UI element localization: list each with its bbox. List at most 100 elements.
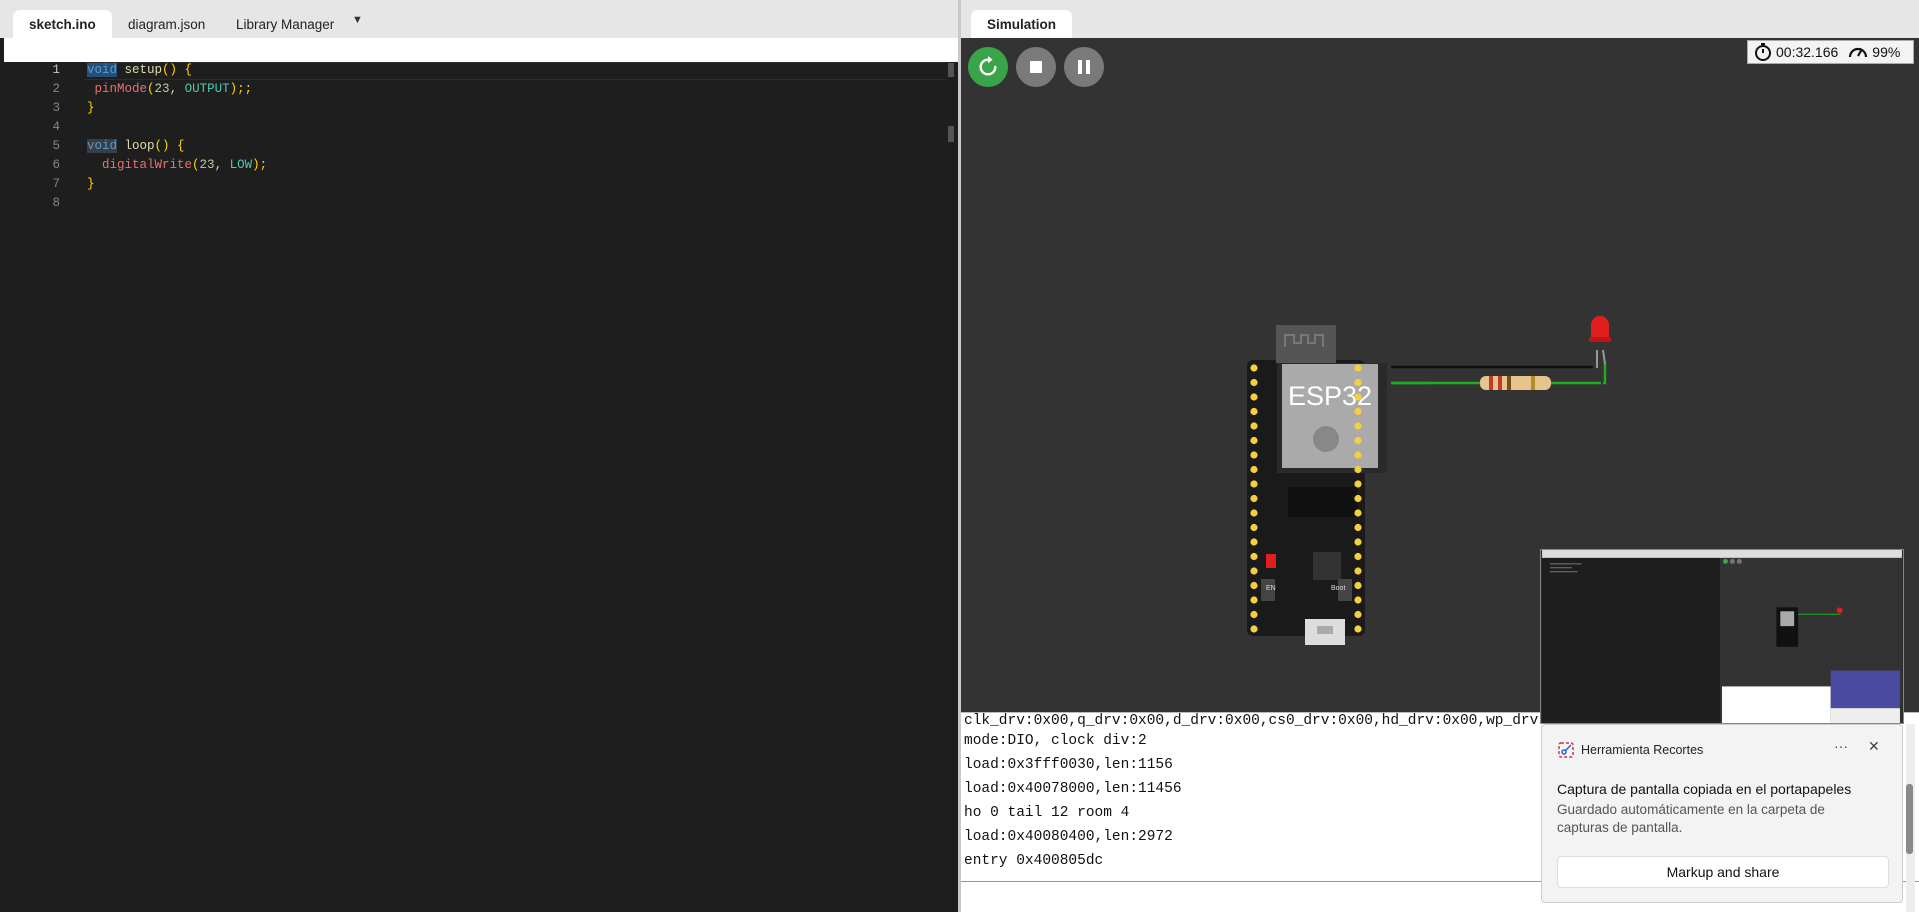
editor-tab-strip — [4, 38, 960, 62]
led-red[interactable] — [1589, 316, 1611, 368]
header-pin[interactable] — [1250, 436, 1258, 445]
serial-line: mode:DIO, clock div:2 — [964, 733, 1147, 749]
esp32-board[interactable]: ESP32 EN Boot — [1247, 325, 1387, 645]
code-line-7: } — [87, 177, 95, 191]
page-scrollbar-thumb[interactable] — [1906, 784, 1913, 854]
header-pin[interactable] — [1250, 581, 1258, 590]
header-pin[interactable] — [1250, 378, 1258, 387]
serial-line: clk_drv:0x00,q_drv:0x00,d_drv:0x00,cs0_d… — [964, 713, 1582, 729]
editor-scrollbar[interactable] — [946, 62, 954, 912]
header-pin[interactable] — [1250, 393, 1258, 401]
header-pin[interactable] — [1354, 494, 1362, 503]
header-pin[interactable] — [1250, 538, 1258, 546]
header-pin[interactable] — [1354, 567, 1362, 575]
code-line-3: } — [87, 101, 95, 115]
scrollbar-marker — [948, 63, 954, 77]
code-line-6: digitalWrite(23, LOW); — [102, 158, 268, 172]
app-window: sketch.ino diagram.json Library Manager … — [0, 0, 1919, 912]
header-pin[interactable] — [1250, 480, 1258, 488]
header-pin[interactable] — [1354, 436, 1362, 445]
restart-button[interactable] — [968, 47, 1008, 87]
tab-simulation[interactable]: Simulation — [971, 10, 1073, 38]
stop-icon — [1030, 61, 1042, 73]
simulation-speed: 99% — [1872, 44, 1901, 60]
simulation-status: 00:32.166 99% — [1747, 40, 1914, 64]
code-line-2: pinMode(23, OUTPUT);; — [94, 82, 253, 96]
resistor[interactable] — [1480, 376, 1551, 390]
markup-and-share-button[interactable]: Markup and share — [1557, 856, 1889, 888]
header-pin[interactable] — [1354, 625, 1362, 633]
header-pin[interactable] — [1250, 494, 1258, 503]
editor-tab-bar: sketch.ino diagram.json Library Manager … — [0, 0, 960, 38]
close-icon[interactable]: ✕ — [1868, 738, 1880, 755]
line-number: 7 — [52, 177, 60, 191]
header-pin[interactable] — [1250, 567, 1258, 575]
header-pin[interactable] — [1354, 393, 1362, 401]
header-pin[interactable] — [1250, 625, 1258, 633]
header-pin[interactable] — [1250, 407, 1258, 416]
notification-app-name: Herramienta Recortes — [1581, 743, 1704, 757]
code-editor[interactable]: 1 2 3 4 5 6 7 8 void setup() { pinMode(2… — [4, 62, 954, 912]
header-pin[interactable] — [1354, 465, 1362, 474]
serial-line: load:0x40078000,len:11456 — [964, 781, 1182, 797]
serial-line: load:0x40080400,len:2972 — [964, 829, 1173, 845]
header-pin[interactable] — [1250, 364, 1258, 372]
scissors-icon — [1558, 742, 1574, 758]
header-pin[interactable] — [1354, 523, 1362, 532]
boot-label: Boot — [1331, 585, 1345, 592]
header-pin[interactable] — [1250, 422, 1258, 430]
tab-diagram-json[interactable]: diagram.json — [112, 10, 221, 38]
simulation-tab-bar: Simulation — [961, 0, 1919, 38]
notification-body: Guardado automáticamente en la carpeta d… — [1557, 802, 1825, 835]
header-pin[interactable] — [1354, 538, 1362, 546]
line-number: 3 — [52, 101, 60, 115]
header-pin[interactable] — [1354, 451, 1362, 459]
line-number: 4 — [52, 120, 60, 134]
header-pin[interactable] — [1354, 422, 1362, 430]
restart-icon — [979, 56, 997, 76]
header-pin[interactable] — [1354, 509, 1362, 517]
en-label: EN — [1266, 585, 1276, 592]
screenshot-thumbnail[interactable] — [1540, 549, 1904, 724]
header-pin[interactable] — [1354, 581, 1362, 590]
header-pin[interactable] — [1354, 480, 1362, 488]
page-scrollbar[interactable] — [1906, 724, 1915, 912]
header-pin[interactable] — [1354, 407, 1362, 416]
simulation-timer: 00:32.166 — [1776, 44, 1839, 60]
line-number: 5 — [52, 139, 60, 153]
serial-line: load:0x3fff0030,len:1156 — [964, 757, 1173, 773]
more-options-icon[interactable]: ··· — [1834, 738, 1848, 754]
notification-title: Captura de pantalla copiada en el portap… — [1557, 781, 1852, 797]
tabs-dropdown-icon[interactable]: ▼ — [352, 14, 363, 26]
header-pin[interactable] — [1354, 378, 1362, 387]
header-pin[interactable] — [1354, 596, 1362, 604]
header-pin[interactable] — [1250, 610, 1258, 619]
serial-line: ho 0 tail 12 room 4 — [964, 805, 1130, 821]
line-number: 8 — [52, 196, 60, 210]
header-pin[interactable] — [1250, 552, 1258, 561]
snipping-tool-notification[interactable]: Herramienta Recortes ··· ✕ Captura de pa… — [1541, 724, 1903, 903]
header-pin[interactable] — [1250, 523, 1258, 532]
tab-library-manager[interactable]: Library Manager — [220, 10, 350, 38]
editor-pane: sketch.ino diagram.json Library Manager … — [0, 0, 960, 912]
scrollbar-thumb[interactable] — [948, 126, 954, 142]
header-pin[interactable] — [1250, 465, 1258, 474]
header-pin[interactable] — [1354, 364, 1362, 372]
header-pin[interactable] — [1250, 451, 1258, 459]
stop-button[interactable] — [1016, 47, 1056, 87]
header-pin[interactable] — [1354, 610, 1362, 619]
speedometer-icon — [1849, 47, 1868, 58]
header-pin[interactable] — [1250, 596, 1258, 604]
header-pin[interactable] — [1354, 552, 1362, 561]
code-line-5: void loop() { — [87, 139, 185, 153]
serial-line: entry 0x400805dc — [964, 853, 1104, 869]
current-line-highlight — [84, 62, 946, 80]
tab-sketch-ino[interactable]: sketch.ino — [13, 10, 112, 38]
pause-icon — [1078, 60, 1090, 74]
code-line-1: void setup() { — [87, 63, 193, 77]
line-number: 1 — [52, 63, 60, 77]
header-pin[interactable] — [1250, 509, 1258, 517]
stopwatch-icon — [1755, 43, 1771, 61]
line-number: 6 — [52, 158, 60, 172]
pause-button[interactable] — [1064, 47, 1104, 87]
